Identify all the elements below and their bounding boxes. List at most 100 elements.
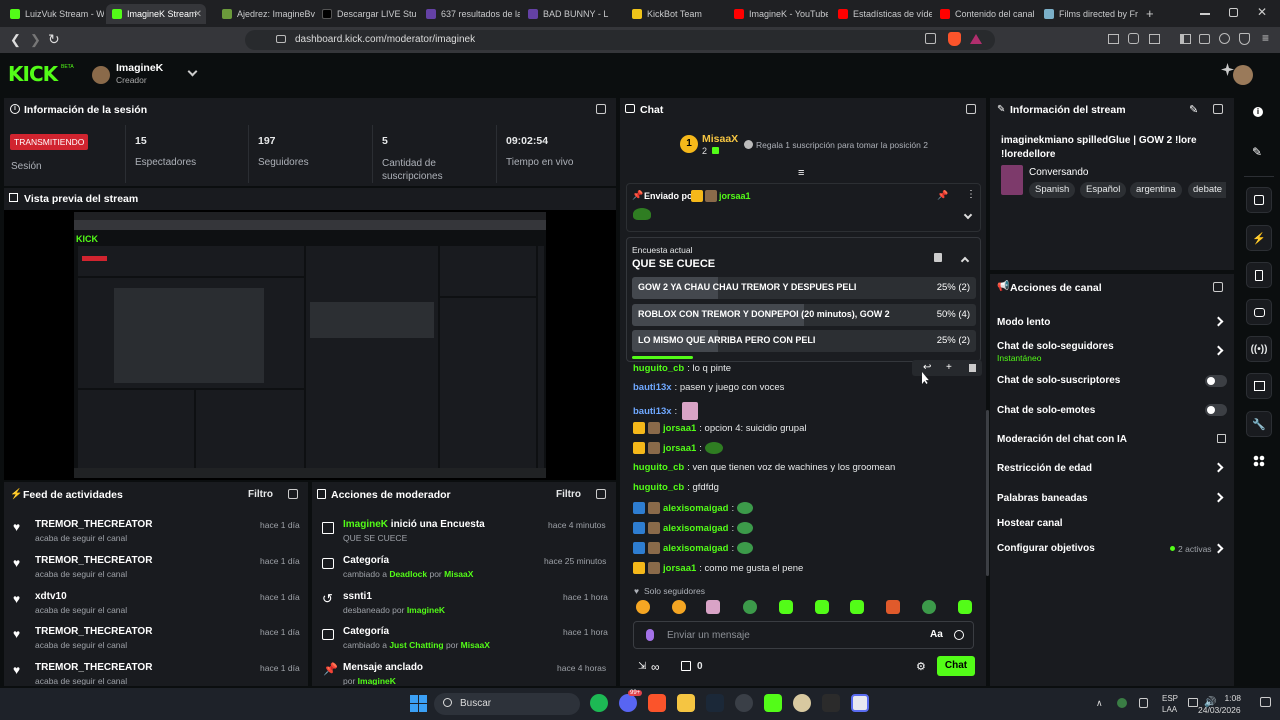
expand-icon[interactable] [288, 489, 298, 499]
activity-name[interactable]: TREMOR_THECREATOR [35, 555, 152, 566]
expand-icon[interactable] [596, 489, 606, 499]
tool-button-grid-icon[interactable] [1246, 373, 1272, 399]
activity-name[interactable]: TREMOR_THECREATOR [35, 626, 152, 637]
taskbar-search[interactable] [434, 693, 580, 715]
tab-8[interactable]: Estadísticas de víde [832, 4, 932, 24]
tool-button-wrench-icon[interactable]: 🔧 [1246, 411, 1272, 437]
gift-cta-text[interactable]: Regala 1 suscripción para tomar la posic… [756, 140, 928, 150]
tab-0[interactable]: LuizVuk Stream - W [4, 4, 104, 24]
folder-icon[interactable] [677, 694, 695, 712]
send-chat-button[interactable]: Chat [937, 656, 975, 676]
activity-name[interactable]: xdtv10 [35, 591, 67, 602]
clock-date[interactable]: 24/03/2026 [1198, 705, 1241, 715]
tab-9[interactable]: Contenido del canal [934, 4, 1034, 24]
chat-message[interactable]: huguito_cb: lo q pinte [633, 362, 731, 374]
tray-chevron-icon[interactable]: ∧ [1096, 698, 1103, 709]
emote-icon[interactable] [636, 600, 650, 614]
reload-icon[interactable]: ↻ [48, 31, 60, 48]
chat-message[interactable]: huguito_cb: gfdfdg [633, 482, 719, 493]
site-info-icon[interactable] [276, 35, 286, 43]
emote-icon[interactable] [706, 600, 720, 614]
info-icon[interactable]: i [1253, 107, 1263, 117]
poll-option[interactable]: GOW 2 YA CHAU CHAU TREMOR Y DESPUES PELI… [632, 277, 976, 299]
more-options-icon[interactable]: ⋮ [966, 189, 976, 200]
emote-icon[interactable] [779, 600, 793, 614]
chat-message[interactable]: bauti13x: pasen y juego con voces [633, 382, 784, 393]
tool-button-doc-icon[interactable] [1246, 262, 1272, 288]
age-restriction-label[interactable]: Restricción de edad [997, 463, 1092, 474]
category-thumbnail[interactable] [1001, 165, 1023, 195]
chat-scrollbar[interactable] [986, 410, 989, 576]
tab-7[interactable]: ImagineK - YouTube [728, 4, 828, 24]
wallet-icon[interactable] [1199, 34, 1210, 44]
subs-only-toggle[interactable] [1205, 375, 1227, 387]
tool-button-bolt-icon[interactable]: ⚡ [1246, 225, 1272, 251]
chat-message[interactable]: huguito_cb: ven que tienen voz de wachin… [633, 462, 895, 473]
channel-avatar[interactable] [92, 66, 110, 84]
delete-message-icon[interactable] [969, 364, 976, 372]
tab-1-active[interactable]: ImagineK Stream ✕ [106, 4, 206, 24]
expand-icon[interactable] [1213, 282, 1223, 292]
back-icon[interactable]: ❮ [10, 32, 21, 48]
slow-mode-label[interactable]: Modo lento [997, 317, 1050, 328]
expand-icon[interactable] [596, 104, 606, 114]
discord-icon[interactable] [619, 694, 637, 712]
emote-icon[interactable] [958, 600, 972, 614]
close-tab-icon[interactable]: ✕ [194, 9, 202, 20]
vpn-icon[interactable] [1219, 33, 1230, 44]
steam-icon[interactable] [706, 694, 724, 712]
sidebar-toggle-icon[interactable] [1180, 34, 1191, 44]
tag-chip[interactable]: debate [1188, 182, 1226, 198]
expand-icon[interactable] [1213, 104, 1223, 114]
emote-icon[interactable] [672, 600, 686, 614]
spotify-icon[interactable] [590, 694, 608, 712]
emote-icon[interactable] [815, 600, 829, 614]
emote-icon[interactable] [743, 600, 757, 614]
translate-icon[interactable]: Aa [930, 629, 943, 640]
moderator-icon[interactable]: ⇲ [638, 661, 646, 672]
kick-logo[interactable]: KICK [8, 62, 58, 86]
extension-1-icon[interactable] [1108, 34, 1119, 44]
pencil-icon[interactable]: ✎ [1252, 145, 1262, 159]
mod-filter-button[interactable]: Filtro [556, 489, 581, 500]
expand-icon[interactable] [966, 104, 976, 114]
roblox-icon[interactable] [851, 694, 869, 712]
brave-rewards-icon[interactable] [970, 34, 982, 44]
tag-chip[interactable]: argentina [1130, 182, 1182, 198]
reply-icon[interactable]: ↩ [923, 362, 931, 373]
tab-2[interactable]: Ajedrez: ImagineBv [216, 4, 316, 24]
pinned-user[interactable]: jorsaa1 [719, 191, 751, 201]
poll-option[interactable]: LO MISMO QUE ARRIBA PERO CON PELI 25% (2) [632, 330, 976, 352]
emoji-icon[interactable] [954, 630, 964, 640]
kick-app-icon[interactable] [764, 694, 782, 712]
new-tab-icon[interactable]: + [1146, 6, 1154, 21]
tag-chip[interactable]: Spanish [1029, 182, 1076, 198]
collapse-leaderboard-icon[interactable]: ≡ [798, 167, 804, 179]
clock-time[interactable]: 1:08 [1224, 693, 1241, 703]
extension-2-icon[interactable] [1149, 34, 1160, 44]
brave-shield-icon[interactable] [948, 32, 961, 46]
chat-message[interactable]: alexisomaigad: [633, 502, 754, 514]
edit-icon[interactable]: ✎ [1189, 103, 1198, 116]
ai-moderation-label[interactable]: Moderación del chat con IA [997, 434, 1127, 445]
tray-app-icon[interactable] [1117, 698, 1127, 708]
tab-6[interactable]: KickBot Team [626, 4, 726, 24]
chat-message[interactable]: alexisomaigad: [633, 522, 754, 534]
user-avatar[interactable] [1233, 65, 1253, 85]
add-widget-icon[interactable] [1253, 455, 1265, 467]
tab-10[interactable]: Films directed by Fr [1038, 4, 1138, 24]
obs-icon[interactable] [735, 694, 753, 712]
host-channel-label[interactable]: Hostear canal [997, 518, 1063, 529]
brave-icon[interactable] [648, 694, 666, 712]
forward-icon[interactable]: ❯ [30, 32, 41, 48]
tag-chip[interactable]: Español [1080, 182, 1127, 198]
banned-words-label[interactable]: Palabras baneadas [997, 493, 1088, 504]
chat-message[interactable]: alexisomaigad: [633, 542, 754, 554]
goals-label[interactable]: Configurar objetivos [997, 543, 1095, 554]
chat-message[interactable]: bauti13x: [633, 402, 699, 420]
windows-start-icon[interactable] [410, 695, 427, 712]
close-window-icon[interactable]: ✕ [1257, 5, 1267, 19]
language-label[interactable]: ESP [1162, 694, 1178, 703]
emote-icon[interactable] [922, 600, 936, 614]
share-icon[interactable] [925, 33, 936, 44]
